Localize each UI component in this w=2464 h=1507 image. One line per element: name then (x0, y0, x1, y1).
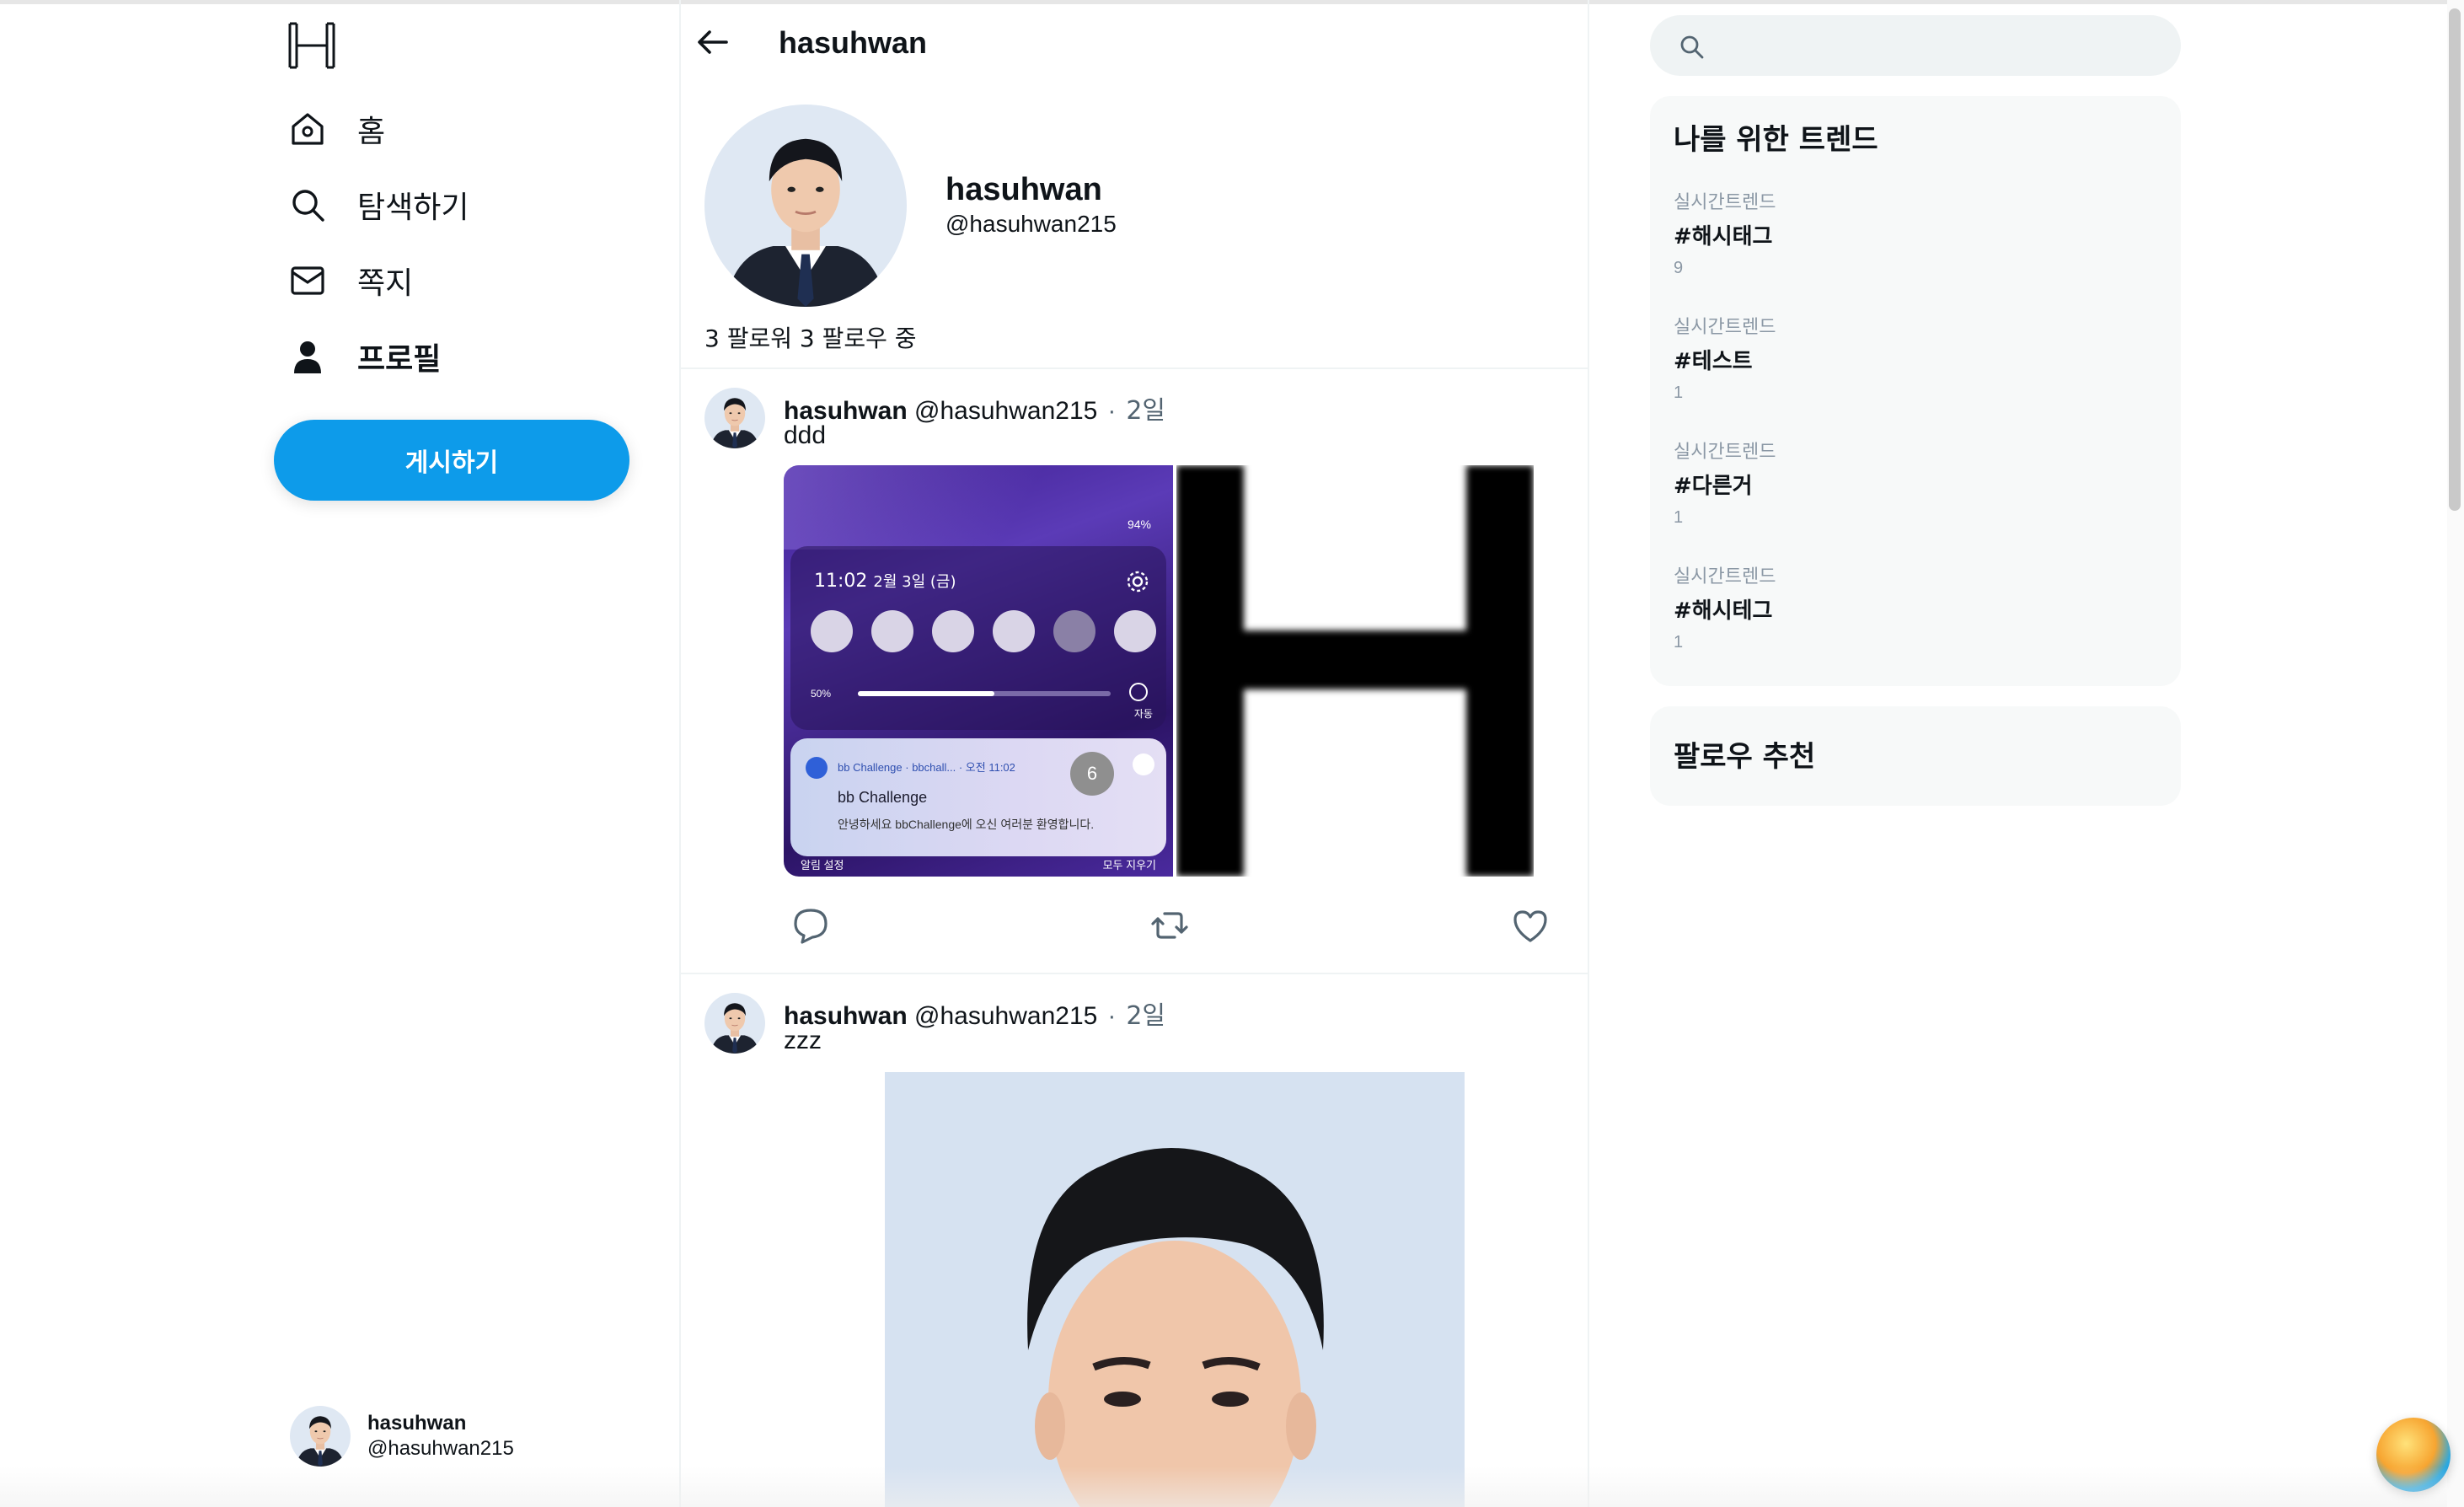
follow-suggest-panel: 팔로우 추천 (1650, 706, 2181, 806)
floating-assistant-icon[interactable] (2376, 1418, 2451, 1492)
auto-label: 자동 (1133, 708, 1153, 720)
notif-app: bb Challenge (838, 761, 903, 774)
app-logo[interactable] (287, 20, 337, 71)
trend-category: 실시간트렌드 (1674, 566, 1776, 587)
person-icon (288, 337, 327, 376)
chevron-up-icon (1133, 754, 1154, 775)
post-time: 2일 (1126, 1001, 1166, 1031)
profile-name: hasuhwan (945, 172, 1102, 207)
trend-count: 1 (1674, 383, 1684, 402)
search-input[interactable] (1721, 15, 2159, 76)
notification-card: bb Challenge · bbchall... · 오전 11:02 6 b… (790, 738, 1166, 856)
account-switcher[interactable]: hasuhwan @hasuhwan215 (290, 1406, 514, 1467)
trend-item[interactable]: 실시간트렌드 #해시태그 9 (1674, 187, 2162, 278)
trends-title: 나를 위한 트렌드 (1674, 123, 1878, 157)
sidebar-item-profile[interactable]: 프로필 (288, 327, 441, 386)
notif-time: 오전 11:02 (965, 761, 1015, 774)
scrollbar-thumb[interactable] (2449, 8, 2461, 511)
trend-tag: #테스트 (1674, 349, 1753, 374)
mail-icon (288, 261, 327, 300)
sidebar-item-label: 쪽지 (357, 266, 414, 301)
notif-app-sub: bbchall... (912, 761, 956, 774)
post-image-logo[interactable] (1176, 465, 1534, 877)
post-author-handle: @hasuhwan215 (914, 397, 1098, 425)
left-sidebar: 홈 탐색하기 쪽지 프로필 게시하기 hasuhwan @hasuhwan215 (270, 0, 679, 1507)
repost-icon[interactable] (1149, 905, 1190, 946)
trend-count: 1 (1674, 633, 1684, 652)
separator-dot: · (1107, 397, 1117, 425)
h-logo-image (1176, 465, 1534, 877)
page-title: hasuhwan (779, 25, 928, 60)
account-handle: @hasuhwan215 (367, 1437, 514, 1460)
post-image-phone-screenshot[interactable]: 94% 11:02 2월 3일 (금) 50% 자동 bb Challenge … (784, 465, 1173, 877)
post-image-portrait[interactable] (885, 1072, 1465, 1507)
notif-body: 안녕하세요 bbChallenge에 오신 여러분 환영합니다. (838, 818, 1095, 831)
trend-category: 실시간트렌드 (1674, 192, 1776, 213)
post-avatar[interactable] (704, 388, 765, 448)
gear-icon (1127, 571, 1149, 593)
profile-avatar[interactable] (704, 105, 907, 307)
status-bar: 94% (1127, 518, 1151, 531)
heart-icon[interactable] (1510, 905, 1551, 946)
trend-item[interactable]: 실시간트렌드 #해시테그 1 (1674, 561, 2162, 652)
clear-all-link: 모두 지우기 (1102, 859, 1156, 871)
search-icon (288, 185, 327, 224)
qs-time: 11:02 (814, 571, 868, 592)
post-author-handle: @hasuhwan215 (914, 1002, 1098, 1030)
profile-handle: @hasuhwan215 (945, 211, 1117, 237)
trend-count: 9 (1674, 259, 1684, 277)
follow-suggest-title: 팔로우 추천 (1674, 740, 1816, 774)
post-card[interactable]: hasuhwan @hasuhwan215 · 2일 zzz (681, 973, 1588, 1507)
account-name: hasuhwan (367, 1412, 467, 1435)
trend-item[interactable]: 실시간트렌드 #다른거 1 (1674, 437, 2162, 528)
trend-item[interactable]: 실시간트렌드 #테스트 1 (1674, 312, 2162, 403)
sidebar-item-messages[interactable]: 쪽지 (288, 251, 413, 310)
trend-category: 실시간트렌드 (1674, 442, 1776, 463)
follow-stats[interactable]: 3 팔로워 3 팔로우 중 (704, 320, 917, 354)
trend-tag: #다른거 (1674, 474, 1753, 499)
sidebar-item-home[interactable]: 홈 (288, 99, 385, 158)
portrait-photo (885, 1072, 1465, 1507)
home-icon (288, 110, 327, 148)
notif-title: bb Challenge (838, 789, 928, 806)
sidebar-item-explore[interactable]: 탐색하기 (288, 175, 469, 234)
auto-brightness-icon (1129, 683, 1148, 701)
trend-category: 실시간트렌드 (1674, 317, 1776, 338)
post-meta: hasuhwan @hasuhwan215 · 2일 (784, 389, 1165, 426)
sidebar-item-label: 탐색하기 (357, 190, 469, 225)
search-bar[interactable] (1650, 15, 2181, 76)
search-icon (1680, 35, 1704, 59)
post-card[interactable]: hasuhwan @hasuhwan215 · 2일 ddd 94% 11:02 2… (681, 367, 1588, 973)
separator-dot: · (1107, 1002, 1117, 1030)
notif-badge: 6 (1070, 752, 1114, 796)
post-text: ddd (784, 421, 827, 449)
trend-tag: #해시테그 (1674, 598, 1773, 624)
bell-icon (806, 757, 828, 779)
profile-header: hasuhwan (681, 0, 1588, 84)
reply-icon[interactable] (790, 905, 831, 946)
post-text: zzz (784, 1027, 822, 1054)
post-time: 2일 (1126, 396, 1166, 426)
brightness-slider (858, 691, 1111, 696)
trend-count: 1 (1674, 508, 1684, 527)
avatar (290, 1406, 351, 1467)
back-arrow-icon[interactable] (693, 22, 733, 62)
quick-settings-panel: 11:02 2월 3일 (금) 50% 자동 (790, 546, 1166, 730)
sidebar-item-label: 프로필 (357, 342, 442, 377)
brightness-level: 50% (811, 688, 832, 700)
notif-settings-link: 알림 설정 (801, 859, 844, 871)
post-meta: hasuhwan @hasuhwan215 · 2일 (784, 995, 1165, 1032)
quick-toggles (811, 610, 1156, 652)
trend-tag: #해시태그 (1674, 224, 1773, 249)
post-avatar[interactable] (704, 993, 765, 1054)
sidebar-item-label: 홈 (357, 115, 386, 149)
post-button[interactable]: 게시하기 (274, 420, 629, 501)
qs-date: 2월 3일 (금) (873, 573, 956, 591)
main-column: hasuhwan hasuhwan @hasuhwan215 3 팔로워 3 팔… (679, 0, 1589, 1507)
trends-panel: 나를 위한 트렌드 실시간트렌드 #해시태그 9 실시간트렌드 #테스트 1 실… (1650, 96, 2181, 686)
